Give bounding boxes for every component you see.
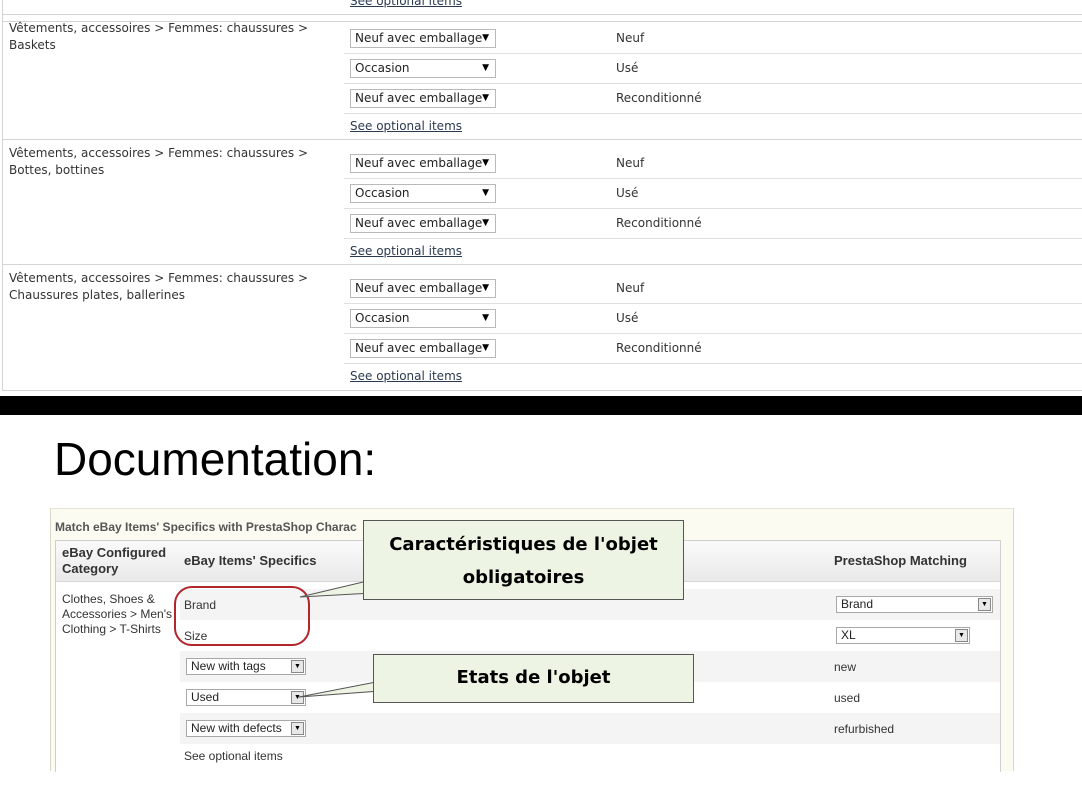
condition-label: Neuf — [616, 281, 645, 295]
condition-select[interactable]: Neuf avec emballage ▼ — [350, 154, 496, 173]
dropdown-arrow-icon: ▼ — [482, 218, 489, 228]
condition-select[interactable]: Occasion ▼ — [350, 309, 496, 328]
dropdown-arrow-icon: ▼ — [482, 158, 489, 168]
column-header-specifics: eBay Items' Specifics — [184, 553, 317, 568]
condition-select[interactable]: Used ▼ — [186, 689, 306, 706]
condition-label: Usé — [616, 186, 639, 200]
callout-item-states: Etats de l'objet — [373, 654, 694, 703]
condition-select[interactable]: Occasion ▼ — [350, 184, 496, 203]
dropdown-arrow-icon: ▼ — [482, 63, 489, 73]
condition-label: Reconditionné — [616, 341, 702, 355]
dropdown-arrow-icon: ▼ — [291, 722, 304, 735]
category-path: Vêtements, accessoires > Femmes: chaussu… — [9, 271, 309, 302]
select-value: Neuf avec emballage — [355, 216, 483, 230]
see-optional-items-link[interactable]: See optional items — [184, 749, 283, 763]
condition-select[interactable]: Neuf avec emballage ▼ — [350, 339, 496, 358]
column-header-category: eBay Configured Category — [62, 545, 167, 576]
row-divider — [344, 303, 1082, 304]
condition-value: new — [834, 660, 857, 674]
row-divider — [344, 53, 1082, 54]
dropdown-arrow-icon: ▼ — [482, 343, 489, 353]
category-path: Clothes, Shoes & Accessories > Men's Clo… — [62, 592, 172, 636]
callout-mandatory-specifics: Caractéristiques de l'objet obligatoires — [363, 520, 684, 600]
see-optional-items-link-previous[interactable]: See optional items — [350, 0, 462, 8]
condition-value: refurbished — [834, 722, 895, 736]
dropdown-arrow-icon: ▼ — [482, 313, 489, 323]
condition-label: Usé — [616, 61, 639, 75]
row-divider — [344, 208, 1082, 209]
dropdown-arrow-icon: ▼ — [482, 93, 489, 103]
condition-label: Usé — [616, 311, 639, 325]
section-header: Match eBay Items' Specifics with PrestaS… — [55, 520, 357, 534]
select-value: New with tags — [191, 659, 266, 673]
see-optional-items-link[interactable]: See optional items — [350, 119, 462, 133]
select-value: Neuf avec emballage — [355, 31, 483, 45]
category-divider — [3, 139, 1082, 140]
brand-match-select[interactable]: Brand ▼ — [836, 596, 993, 613]
condition-label: Reconditionné — [616, 91, 702, 105]
dropdown-arrow-icon: ▼ — [291, 691, 304, 704]
highlight-ring — [174, 586, 310, 646]
condition-label: Neuf — [616, 156, 645, 170]
select-value: Occasion — [355, 186, 410, 200]
select-value: Occasion — [355, 311, 410, 325]
condition-select[interactable]: Neuf avec emballage ▼ — [350, 214, 496, 233]
dropdown-arrow-icon: ▼ — [482, 188, 489, 198]
column-header-matching: PrestaShop Matching — [834, 553, 967, 568]
select-value: Neuf avec emballage — [355, 341, 483, 355]
dropdown-arrow-icon: ▼ — [291, 660, 304, 673]
row-divider — [344, 238, 1082, 239]
dropdown-arrow-icon: ▼ — [978, 598, 991, 611]
row-divider — [344, 333, 1082, 334]
select-value: New with defects — [191, 721, 282, 735]
row-divider — [344, 113, 1082, 114]
select-value: XL — [841, 628, 856, 642]
condition-label: Reconditionné — [616, 216, 702, 230]
category-divider — [3, 264, 1082, 265]
dropdown-arrow-icon: ▼ — [482, 33, 489, 43]
condition-label: Neuf — [616, 31, 645, 45]
documentation-title: Documentation: — [54, 433, 377, 485]
row-divider — [344, 83, 1082, 84]
row-divider — [344, 363, 1082, 364]
condition-select[interactable]: New with tags ▼ — [186, 658, 306, 675]
select-value: Neuf avec emballage — [355, 281, 483, 295]
separator-bar — [0, 396, 1082, 415]
select-value: Occasion — [355, 61, 410, 75]
dropdown-arrow-icon: ▼ — [482, 283, 489, 293]
select-value: Neuf avec emballage — [355, 91, 483, 105]
select-value: Brand — [841, 597, 874, 611]
see-optional-items-link[interactable]: See optional items — [350, 369, 462, 383]
size-match-select[interactable]: XL ▼ — [836, 627, 970, 644]
select-value: Used — [191, 690, 220, 704]
condition-select[interactable]: Occasion ▼ — [350, 59, 496, 78]
dropdown-arrow-icon: ▼ — [955, 629, 968, 642]
category-path: Vêtements, accessoires > Femmes: chaussu… — [9, 146, 309, 177]
row-divider — [344, 178, 1082, 179]
category-mapping-table: See optional items Vêtements, accessoire… — [0, 0, 1082, 396]
category-path: Vêtements, accessoires > Femmes: chaussu… — [9, 21, 309, 52]
condition-select[interactable]: New with defects ▼ — [186, 720, 306, 737]
condition-select[interactable]: Neuf avec emballage ▼ — [350, 89, 496, 108]
divider — [3, 14, 1082, 15]
condition-select[interactable]: Neuf avec emballage ▼ — [350, 29, 496, 48]
condition-select[interactable]: Neuf avec emballage ▼ — [350, 279, 496, 298]
see-optional-items-link[interactable]: See optional items — [350, 244, 462, 258]
select-value: Neuf avec emballage — [355, 156, 483, 170]
condition-value: used — [834, 691, 861, 705]
